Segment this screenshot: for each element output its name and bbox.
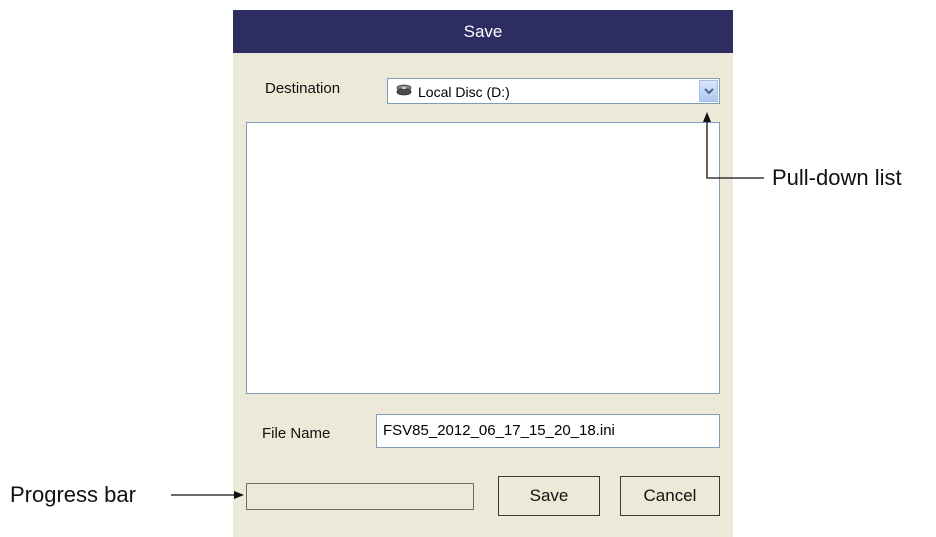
pulldown-callout-line — [706, 120, 764, 179]
pulldown-callout-arrow — [703, 112, 711, 122]
callout-lines — [171, 112, 764, 499]
pulldown-annotation: Pull-down list — [772, 165, 902, 190]
progress-annotation: Progress bar — [10, 482, 136, 507]
progress-callout-arrow — [234, 491, 244, 499]
